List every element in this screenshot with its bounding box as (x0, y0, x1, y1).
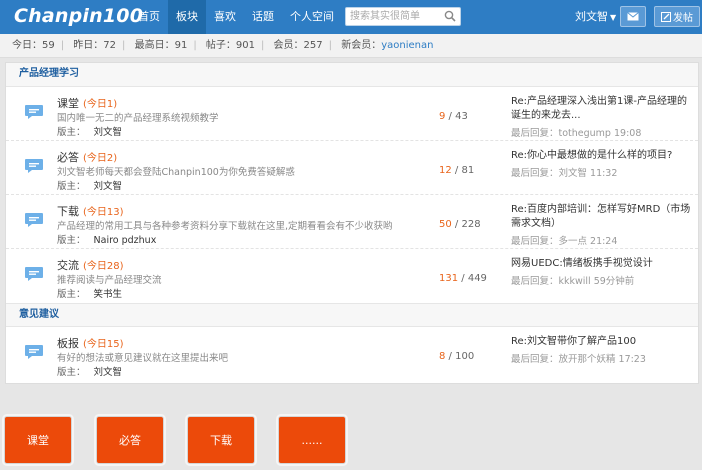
stat-posts-label: 帖子： (205, 40, 236, 51)
thread-count: 8 (439, 351, 446, 362)
stat-yesterday: 72 (103, 40, 117, 51)
stat-posts: 901 (235, 40, 255, 51)
chat-bubble-icon (25, 345, 43, 359)
quick-button-downloads[interactable]: 下载 (187, 416, 255, 464)
forum-name[interactable]: 板报 (57, 337, 79, 350)
stats-bar: 今日：59 | 昨日：72 | 最高日：91 | 帖子：901 | 会员：257 | 新会… (0, 34, 702, 58)
new-post-label: 发帖 (673, 13, 693, 24)
forum-description: 刘文智老师每天都会登陆Chanpin100为你免费答疑解惑 (57, 167, 295, 178)
last-post-meta: 最后回复：tothegump 19:08 (511, 128, 642, 139)
post-count: 449 (467, 273, 487, 284)
post-count: 81 (461, 165, 475, 176)
thread-count: 50 (439, 219, 452, 230)
moderator-name[interactable]: 刘文智 (94, 181, 123, 192)
forum-name[interactable]: 下载 (57, 205, 79, 218)
moderator-label: 版主： (57, 181, 86, 192)
section-title[interactable]: 产品经理学习 (6, 63, 698, 87)
last-post-title[interactable]: Re:刘文智带你了解产品100 (511, 335, 696, 349)
moderator-name[interactable]: 刘文智 (94, 127, 123, 138)
quick-button-more[interactable]: ...... (278, 416, 346, 464)
moderator-name[interactable]: 刘文智 (94, 367, 123, 378)
forum-today-count: (今日15) (83, 339, 124, 350)
forum-row: 必答 (今日2) 刘文智老师每天都会登陆Chanpin100为你免费答疑解惑 版主… (6, 141, 698, 195)
moderator-name[interactable]: 笑书生 (94, 289, 123, 300)
site-logo[interactable]: Chanpin100 (14, 5, 143, 27)
forum-description: 国内唯一无二的产品经理系统视频教学 (57, 113, 219, 124)
stat-max: 91 (174, 40, 188, 51)
caret-down-icon: ▼ (610, 13, 617, 22)
stat-newest-label: 新会员： (341, 40, 382, 51)
forum-row: 板报 (今日15) 有好的想法或意见建议就在这里提出来吧 版主： 刘文智 8 / 1… (6, 327, 698, 381)
last-post-meta: 最后回复：放开那个妖精 17:23 (511, 354, 646, 365)
nav-personal-space[interactable]: 个人空间 (282, 0, 342, 34)
last-post-meta: 最后回复：kkkwill 59分钟前 (511, 276, 635, 287)
forum-description: 有好的想法或意见建议就在这里提出来吧 (57, 353, 229, 364)
stat-today: 59 (42, 40, 55, 51)
moderator-label: 版主： (57, 127, 86, 138)
thread-count: 9 (439, 111, 446, 122)
newest-member-link[interactable]: yaonienan (381, 40, 433, 51)
forum-description: 产品经理的常用工具与各种参考资料分享下载就在这里,定期看看会有不少收获哟 (57, 221, 393, 232)
thread-count: 131 (439, 273, 459, 284)
top-bar: Chanpin100 首页 板块 喜欢 话题 个人空间 刘文智▼ 发帖 (0, 0, 702, 34)
mail-button[interactable] (620, 6, 646, 27)
last-post-title[interactable]: Re:你心中最想做的是什么样的项目? (511, 149, 696, 163)
forum-row: 交流 (今日28) 推荐阅读与产品经理交流 版主： 笑书生 131 / 449 网易… (6, 249, 698, 303)
nav-likes[interactable]: 喜欢 (206, 0, 244, 34)
quick-button-classroom[interactable]: 课堂 (4, 416, 72, 464)
post-count: 228 (461, 219, 481, 230)
moderator-label: 版主： (57, 289, 86, 300)
search-icon[interactable] (444, 10, 456, 22)
nav-topics[interactable]: 话题 (244, 0, 282, 34)
main-nav: 首页 板块 喜欢 话题 个人空间 (130, 0, 342, 34)
nav-home[interactable]: 首页 (130, 0, 168, 34)
forum-description: 推荐阅读与产品经理交流 (57, 275, 162, 286)
search-input[interactable] (346, 8, 440, 25)
forum-name[interactable]: 必答 (57, 151, 79, 164)
forum-name[interactable]: 交流 (57, 259, 79, 272)
post-count: 100 (455, 351, 475, 362)
chat-bubble-icon (25, 213, 43, 227)
forum-name[interactable]: 课堂 (57, 97, 79, 110)
forum-panel: 产品经理学习 课堂 (今日1) 国内唯一无二的产品经理系统视频教学 版主： 刘文智 … (5, 62, 699, 384)
stat-max-label: 最高日： (134, 40, 175, 51)
quick-button-answers[interactable]: 必答 (96, 416, 164, 464)
thread-count: 12 (439, 165, 452, 176)
section-title[interactable]: 意见建议 (6, 303, 698, 327)
post-count: 43 (455, 111, 468, 122)
last-post-meta: 最后回复：刘文智 11:32 (511, 168, 618, 179)
new-post-button[interactable]: 发帖 (654, 6, 700, 27)
edit-icon (661, 11, 671, 22)
chat-bubble-icon (25, 105, 43, 119)
username: 刘文智 (575, 10, 608, 23)
forum-today-count: (今日28) (83, 261, 124, 272)
stat-yesterday-label: 昨日： (73, 40, 104, 51)
last-post-title[interactable]: 网易UEDC:情绪板携手视觉设计 (511, 257, 696, 271)
forum-row: 下载 (今日13) 产品经理的常用工具与各种参考资料分享下载就在这里,定期看看会有… (6, 195, 698, 249)
nav-forums[interactable]: 板块 (168, 0, 206, 34)
moderator-label: 版主： (57, 235, 86, 246)
last-post-title[interactable]: Re:百度内部培训：怎样写好MRD（市场需求文档） (511, 203, 696, 231)
last-post-meta: 最后回复：多一点 21:24 (511, 236, 618, 247)
stat-members: 257 (303, 40, 323, 51)
forum-today-count: (今日2) (83, 153, 118, 164)
chat-bubble-icon (25, 267, 43, 281)
last-post-title[interactable]: Re:产品经理深入浅出第1课-产品经理的诞生的来龙去... (511, 95, 696, 123)
envelope-icon (627, 12, 639, 21)
forum-today-count: (今日1) (83, 99, 118, 110)
user-menu[interactable]: 刘文智 ▼ (575, 0, 616, 34)
stat-members-label: 会员： (273, 40, 304, 51)
moderator-name[interactable]: Nairo pdzhux (94, 235, 157, 246)
moderator-label: 版主： (57, 367, 86, 378)
forum-today-count: (今日13) (83, 207, 124, 218)
stat-today-label: 今日： (12, 40, 42, 51)
chat-bubble-icon (25, 159, 43, 173)
search-box (345, 7, 461, 26)
forum-row: 课堂 (今日1) 国内唯一无二的产品经理系统视频教学 版主： 刘文智 9 / 43 … (6, 87, 698, 141)
